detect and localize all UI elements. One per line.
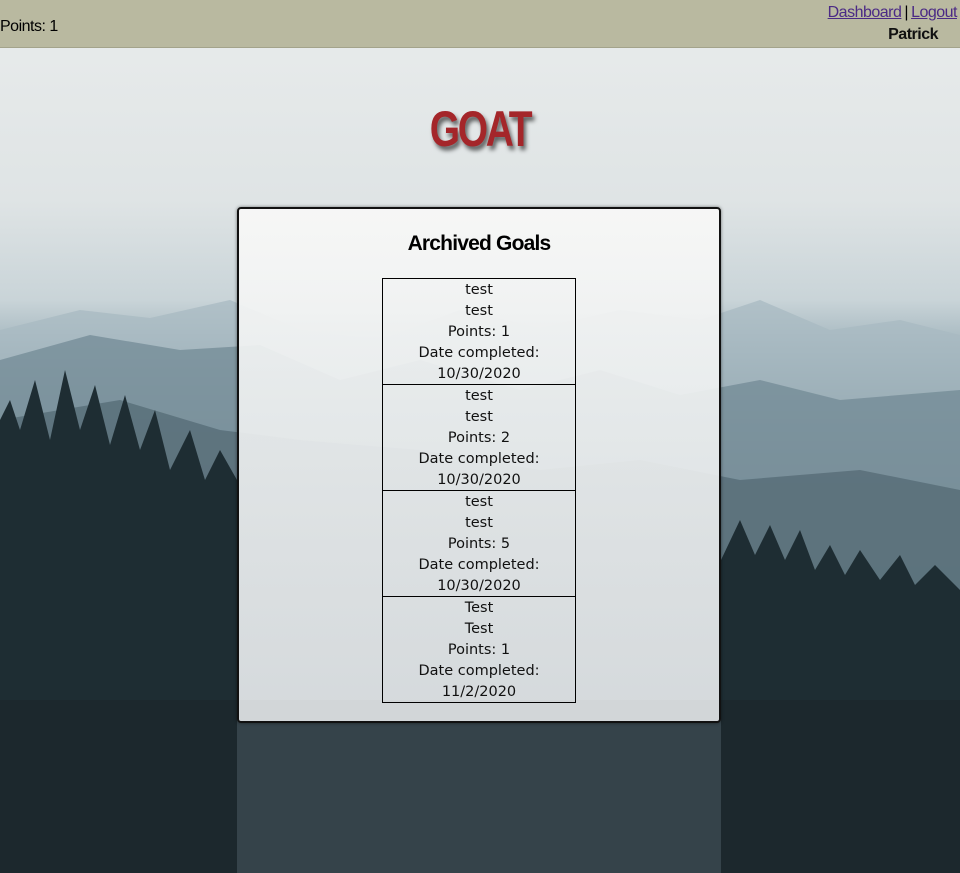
logout-link[interactable]: Logout [911, 4, 957, 21]
goal-item: Test Test Points: 1 Date completed: 11/2… [382, 596, 576, 703]
app-logo: GOAT [429, 101, 533, 157]
goal-date-label: Date completed: [418, 663, 540, 679]
goal-date-label: Date completed: [418, 345, 540, 361]
goal-points: Points: 2 [447, 430, 511, 446]
goal-item: test test Points: 5 Date completed: 10/3… [382, 490, 576, 597]
goal-description: test [465, 515, 493, 531]
user-points: Points: 1 [0, 18, 58, 35]
page-title: Archived Goals [407, 232, 552, 255]
goal-title: test [465, 282, 493, 298]
nav-separator: | [904, 4, 909, 21]
goal-list: test test Points: 1 Date completed: 10/3… [382, 278, 576, 703]
goal-points: Points: 1 [447, 642, 511, 658]
goal-points: Points: 1 [447, 324, 511, 340]
goal-date: 10/30/2020 [437, 472, 521, 488]
goal-description: Test [464, 621, 494, 637]
goal-date-label: Date completed: [418, 557, 540, 573]
goal-title: Test [464, 600, 494, 616]
top-bar: Points: 1 Dashboard | Logout Patrick [0, 0, 960, 48]
goal-date: 10/30/2020 [437, 578, 521, 594]
goal-item: test test Points: 1 Date completed: 10/3… [382, 278, 576, 385]
goal-item: test test Points: 2 Date completed: 10/3… [382, 384, 576, 491]
goal-description: test [465, 303, 493, 319]
goal-points: Points: 5 [447, 536, 511, 552]
goal-description: test [465, 409, 493, 425]
goal-title: test [465, 494, 493, 510]
dashboard-link[interactable]: Dashboard [828, 4, 902, 21]
goal-date: 10/30/2020 [437, 366, 521, 382]
goal-date: 11/2/2020 [441, 684, 517, 700]
goal-title: test [465, 388, 493, 404]
username: Patrick [888, 26, 938, 43]
nav-links: Dashboard | Logout [828, 4, 958, 22]
goal-date-label: Date completed: [418, 451, 540, 467]
archived-goals-card: Archived Goals test test Points: 1 Date … [237, 207, 721, 723]
